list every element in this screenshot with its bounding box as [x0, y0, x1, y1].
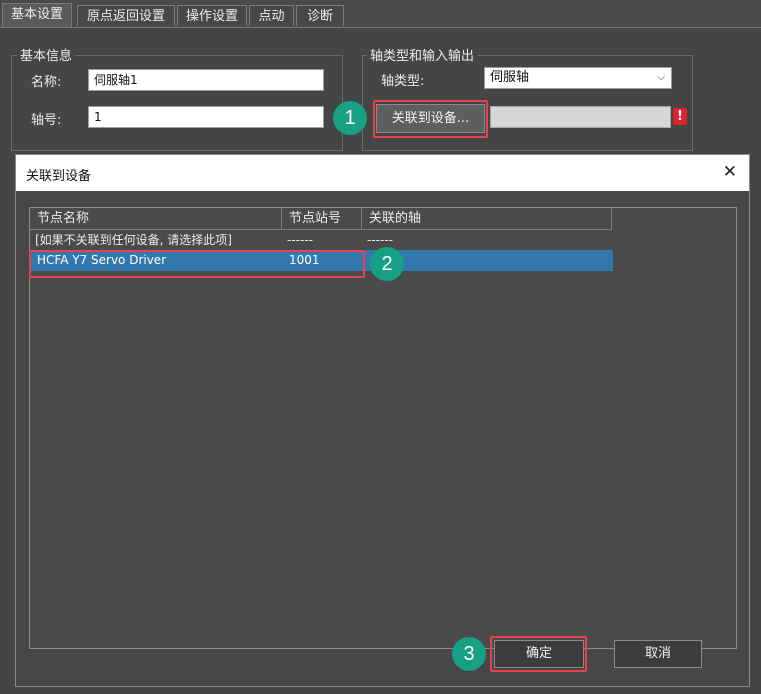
chevron-down-icon: ⌵ — [657, 72, 665, 83]
axis-io-title: 轴类型和输入输出 — [367, 45, 478, 64]
column-header-station[interactable]: 节点站号 — [282, 208, 362, 230]
tab-basic-settings[interactable]: 基本设置 — [2, 3, 72, 27]
step-marker-1: 1 — [333, 101, 367, 135]
warning-icon: ! — [673, 108, 687, 125]
dialog-title: 关联到设备 — [26, 169, 92, 184]
tab-jog[interactable]: 点动 — [249, 5, 294, 26]
step-marker-2: 2 — [370, 247, 404, 281]
tab-homing-settings[interactable]: 原点返回设置 — [77, 5, 175, 26]
close-icon[interactable]: ✕ — [723, 162, 737, 182]
axis-number-field[interactable]: 1 — [88, 106, 324, 128]
name-field[interactable]: 伺服轴1 — [88, 69, 324, 91]
axis-type-value: 伺服轴 — [490, 70, 530, 85]
tab-operation-settings[interactable]: 操作设置 — [177, 5, 247, 26]
cell-station: ------ — [287, 233, 313, 247]
highlight-device-row — [29, 250, 365, 278]
cancel-button[interactable]: 取消 — [614, 640, 702, 668]
column-header-linked-axis[interactable]: 关联的轴 — [362, 208, 612, 230]
table-row[interactable]: [如果不关联到任何设备, 请选择此项] ------ ------ — [30, 230, 612, 250]
dialog-title-bar: 关联到设备 ✕ — [16, 155, 749, 191]
linked-device-field — [490, 106, 671, 128]
highlight-ok-button — [490, 636, 587, 672]
tab-bar: 基本设置 原点返回设置 操作设置 点动 诊断 — [0, 0, 761, 28]
tab-diagnostics[interactable]: 诊断 — [296, 5, 344, 26]
axis-type-label: 轴类型: — [381, 74, 425, 89]
cell-linked-axis: ------ — [367, 233, 393, 247]
column-header-node-name[interactable]: 节点名称 — [30, 208, 282, 230]
axis-number-label: 轴号: — [31, 113, 62, 128]
name-label: 名称: — [31, 75, 62, 90]
highlight-link-button — [373, 100, 488, 138]
tab-divider — [0, 27, 761, 28]
step-marker-3: 3 — [452, 637, 486, 671]
axis-type-select[interactable]: 伺服轴 ⌵ — [484, 67, 672, 89]
link-device-dialog: 关联到设备 ✕ 节点名称 节点站号 关联的轴 [如果不关联到任何设备, 请选择此… — [15, 154, 750, 687]
basic-info-title: 基本信息 — [17, 45, 76, 64]
cell-node-name: [如果不关联到任何设备, 请选择此项] — [35, 233, 232, 247]
